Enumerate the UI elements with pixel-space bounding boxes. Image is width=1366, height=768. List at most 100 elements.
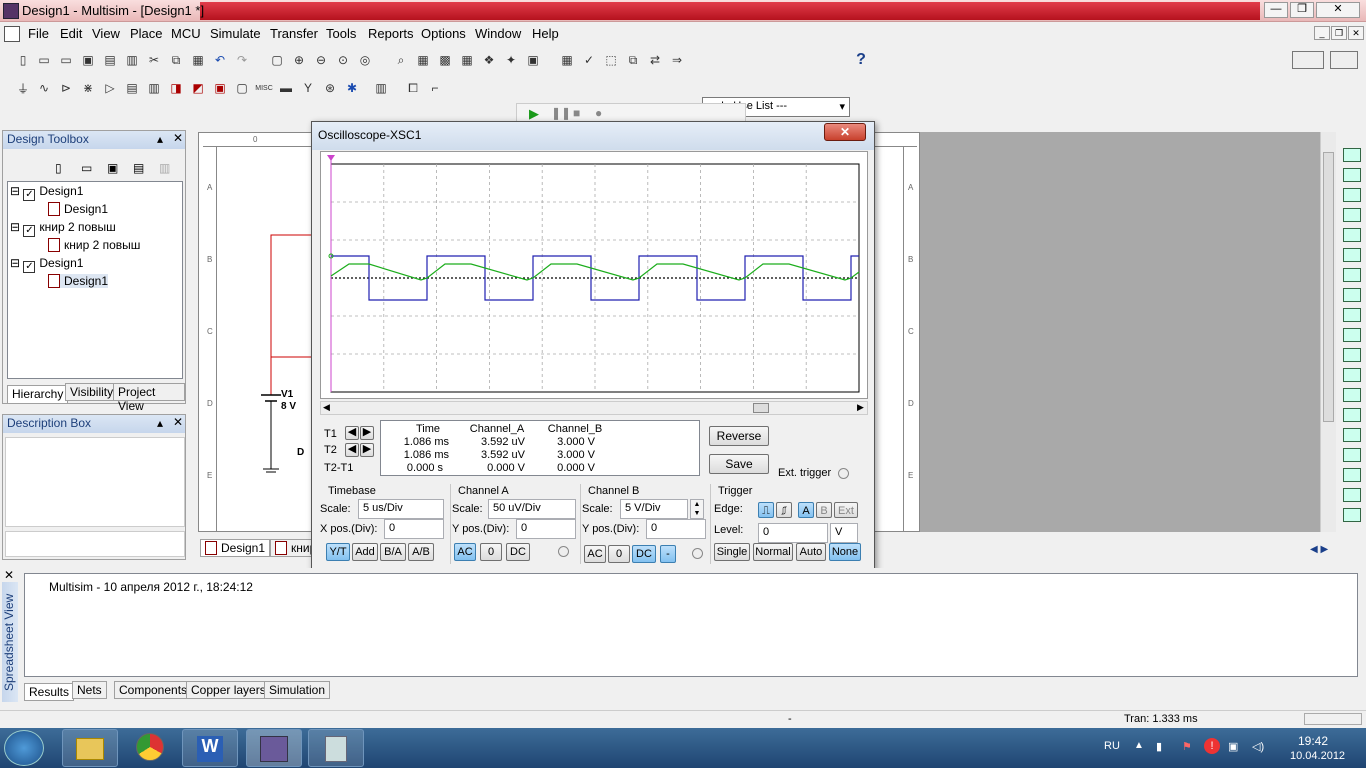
menu-transfer[interactable]: Transfer (270, 26, 318, 41)
spreadsheet-icon[interactable]: ▦ (414, 51, 432, 69)
iv-analyzer-icon[interactable] (1343, 348, 1361, 362)
menu-mcu[interactable]: MCU (171, 26, 201, 41)
spectrum-analyzer-icon[interactable] (1343, 388, 1361, 402)
multisim-taskbar-button[interactable] (246, 729, 302, 767)
trigger-level-unit[interactable]: V (830, 523, 858, 543)
rf-icon[interactable]: Y (299, 79, 317, 97)
trigger-source-ext-button[interactable]: Ext (834, 502, 858, 518)
channel-b-zero-button[interactable]: 0 (608, 545, 630, 563)
chrome-taskbar-button[interactable] (122, 729, 178, 767)
volume-icon[interactable]: ◁) (1252, 740, 1264, 753)
canvas-vscrollbar[interactable] (1320, 132, 1336, 532)
erc-icon[interactable]: ▦ (558, 51, 576, 69)
tree-item[interactable]: ⊟ ✓ Design1 (10, 184, 83, 201)
minimize-button[interactable]: — (1264, 2, 1288, 18)
menu-window[interactable]: Window (475, 26, 521, 41)
tab-simulation[interactable]: Simulation (264, 681, 331, 699)
close-window-button[interactable]: ✕ (1316, 2, 1360, 18)
channel-a-ypos-field[interactable]: 0 (516, 519, 576, 539)
agilent-multimeter-icon[interactable] (1343, 448, 1361, 462)
pin-icon[interactable]: ▴ (157, 132, 163, 146)
agilent-oscilloscope-icon[interactable] (1343, 468, 1361, 482)
oscilloscope-icon[interactable] (1343, 208, 1361, 222)
falling-edge-icon[interactable]: ⎎ (776, 502, 792, 518)
menu-simulate[interactable]: Simulate (210, 26, 261, 41)
trigger-source-a-button[interactable]: A (798, 502, 814, 518)
save-design-icon[interactable]: ▣ (107, 161, 118, 175)
cmos-icon[interactable]: ▥ (145, 79, 163, 97)
breakpoint-icon[interactable]: ● (595, 106, 602, 120)
power-source-icon[interactable]: ⏚ (14, 79, 32, 97)
grid-icon[interactable]: ▦ (458, 51, 476, 69)
agilent-generator-icon[interactable] (1343, 428, 1361, 442)
t1-left-button[interactable]: ◀ (345, 426, 359, 440)
word-generator-icon[interactable] (1343, 288, 1361, 302)
none-button[interactable]: None (829, 543, 861, 561)
explorer-taskbar-button[interactable] (62, 729, 118, 767)
open-folder-icon[interactable]: ▭ (57, 51, 75, 69)
auto-button[interactable]: Auto (796, 543, 826, 561)
add-button[interactable]: Add (352, 543, 378, 561)
component-wizard-icon[interactable]: ✦ (502, 51, 520, 69)
print-preview-icon[interactable]: ▥ (123, 51, 141, 69)
advanced-peripherals-icon[interactable]: ▬ (277, 79, 295, 97)
normal-button[interactable]: Normal (753, 543, 793, 561)
open-icon[interactable]: ▭ (35, 51, 53, 69)
tab-results[interactable]: Results (24, 683, 75, 701)
network-icon[interactable]: ▮ (1156, 740, 1162, 753)
measurement-probe-icon[interactable] (1343, 508, 1361, 522)
tree-item[interactable]: Design1 (48, 274, 109, 288)
doc-minimize-button[interactable]: _ (1314, 26, 1330, 40)
transistor-icon[interactable]: ⋇ (79, 79, 97, 97)
logic-analyzer-icon[interactable] (1343, 308, 1361, 322)
oscilloscope-close-button[interactable]: ✕ (824, 123, 866, 141)
show-hidden-icons[interactable]: ▲ (1134, 740, 1144, 751)
tree-item[interactable]: ⊟ ✓ Design1 (10, 256, 83, 273)
zoom-in-icon[interactable]: ⊕ (290, 51, 308, 69)
undo-icon[interactable]: ↶ (211, 51, 229, 69)
yt-button[interactable]: Y/T (326, 543, 350, 561)
database-icon[interactable]: ❖ (480, 51, 498, 69)
xpos-field[interactable]: 0 (384, 519, 444, 539)
scroll-left-icon[interactable]: ◀ (323, 402, 330, 413)
channel-a-ac-button[interactable]: AC (454, 543, 476, 561)
run-icon[interactable]: ▶ (529, 106, 539, 122)
grapher-icon[interactable]: ▩ (436, 51, 454, 69)
calculator-taskbar-button[interactable] (308, 729, 364, 767)
tree-item[interactable]: ⊟ ✓ книр 2 повыш (10, 220, 116, 237)
menu-help[interactable]: Help (532, 26, 559, 41)
zoom-area-icon[interactable]: ⊙ (334, 51, 352, 69)
channel-a-zero-button[interactable]: 0 (480, 543, 502, 561)
redo-icon[interactable]: ↷ (233, 51, 251, 69)
menu-file[interactable]: File (28, 26, 49, 41)
ext-trigger-terminal[interactable] (838, 468, 849, 479)
reverse-button[interactable]: Reverse (709, 426, 769, 446)
mixed-icon[interactable]: ◩ (189, 79, 207, 97)
tab-project-view[interactable]: Project View (113, 383, 185, 413)
scroll-thumb[interactable] (1323, 152, 1334, 422)
logic-converter-icon[interactable] (1343, 328, 1361, 342)
menu-edit[interactable]: Edit (60, 26, 82, 41)
tektronix-oscilloscope-icon[interactable] (1343, 488, 1361, 502)
indicator-icon[interactable]: ▣ (211, 79, 229, 97)
channel-b-ypos-field[interactable]: 0 (646, 519, 706, 539)
hierarchical-block-icon[interactable]: ▥ (372, 79, 390, 97)
tab-components[interactable]: Components (114, 681, 193, 699)
stop-icon[interactable]: ■ (573, 106, 580, 120)
open-design-icon[interactable]: ▭ (81, 161, 92, 175)
new-icon[interactable]: ▯ (14, 51, 32, 69)
diode-icon[interactable]: ⊳ (57, 79, 75, 97)
ab-button[interactable]: A/B (408, 543, 434, 561)
channel-a-terminal[interactable] (558, 546, 569, 557)
menu-place[interactable]: Place (130, 26, 163, 41)
function-generator-icon[interactable] (1343, 168, 1361, 182)
device-icon[interactable]: ▣ (1228, 740, 1238, 753)
fullscreen-icon[interactable]: ▢ (268, 51, 286, 69)
misc-digital-icon[interactable]: ◨ (167, 79, 185, 97)
tree-item[interactable]: Design1 (48, 202, 108, 216)
single-button[interactable]: Single (714, 543, 750, 561)
wattmeter-icon[interactable] (1343, 188, 1361, 202)
save-button[interactable]: Save (709, 454, 769, 474)
ttl-icon[interactable]: ▤ (123, 79, 141, 97)
pin-icon[interactable]: ▴ (157, 416, 163, 430)
